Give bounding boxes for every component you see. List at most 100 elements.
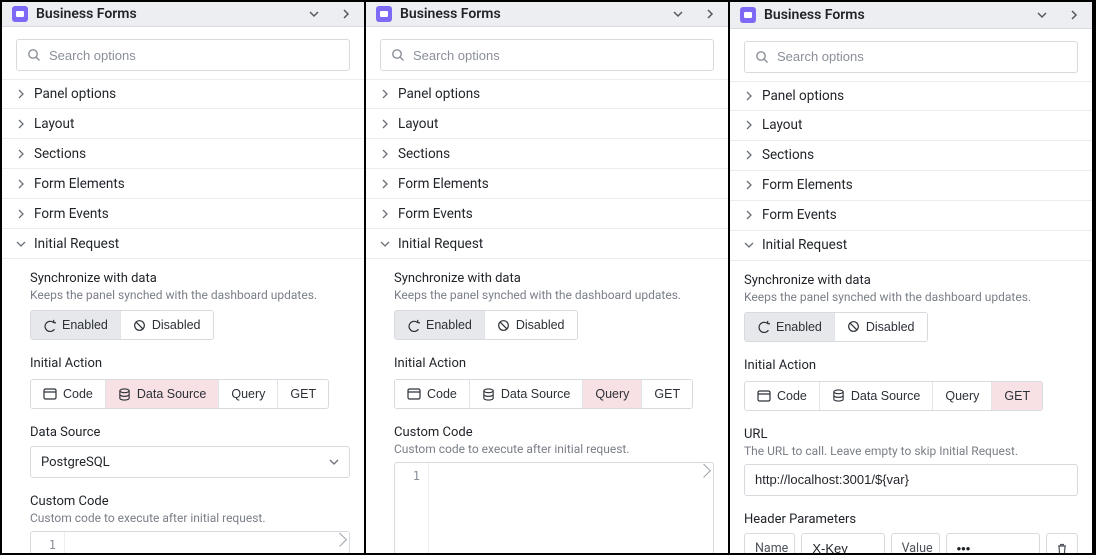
initial-action-title: Initial Action	[30, 356, 350, 371]
chevron-right-icon	[704, 8, 716, 20]
code-area[interactable]	[429, 463, 713, 553]
sync-title: Synchronize with data	[30, 271, 350, 286]
code-icon	[407, 388, 421, 400]
section-layout[interactable]: Layout	[730, 111, 1092, 141]
panel-1: Business Forms Panel options Layout Sect…	[2, 2, 366, 553]
chevron-down-icon	[329, 457, 339, 467]
section-sections[interactable]: Sections	[366, 139, 728, 169]
hp-value-input[interactable]	[946, 533, 1040, 553]
custom-code-title: Custom Code	[30, 494, 350, 509]
section-form-elements[interactable]: Form Elements	[2, 169, 364, 199]
custom-code-desc: Custom code to execute after initial req…	[30, 511, 350, 525]
chevron-right-icon	[380, 89, 390, 99]
sync-toggle-group: Enabled Disabled	[30, 310, 214, 340]
custom-code-desc: Custom code to execute after initial req…	[394, 442, 714, 456]
sync-title: Synchronize with data	[744, 273, 1078, 288]
chevron-right-icon	[16, 89, 26, 99]
hide-panel-button[interactable]	[334, 2, 358, 26]
chevron-right-icon	[744, 210, 754, 220]
action-get-button[interactable]: GET	[992, 382, 1042, 410]
chevron-right-icon	[340, 8, 352, 20]
header-param-row: Name Value	[744, 533, 1078, 553]
section-initial-request[interactable]: Initial Request	[366, 229, 728, 259]
action-query-button[interactable]: Query	[583, 380, 642, 408]
section-panel-options[interactable]: Panel options	[366, 79, 728, 109]
search-input[interactable]	[49, 48, 339, 63]
search-input-wrap[interactable]	[380, 39, 714, 71]
action-get-button[interactable]: GET	[278, 380, 328, 408]
action-code-button[interactable]: Code	[745, 382, 820, 410]
action-get-button[interactable]: GET	[642, 380, 692, 408]
header-params-title: Header Parameters	[744, 512, 1078, 527]
sync-enabled-button[interactable]: Enabled	[745, 313, 835, 341]
action-datasource-button[interactable]: Data Source	[470, 380, 583, 408]
section-panel-options[interactable]: Panel options	[2, 79, 364, 109]
initial-request-body: Synchronize with data Keeps the panel sy…	[2, 259, 364, 553]
datasource-title: Data Source	[30, 425, 350, 440]
section-initial-request[interactable]: Initial Request	[730, 231, 1092, 261]
collapse-button[interactable]	[302, 2, 326, 26]
section-initial-request[interactable]: Initial Request	[2, 229, 364, 259]
collapse-button[interactable]	[666, 2, 690, 26]
search-input[interactable]	[777, 49, 1067, 64]
chevron-down-icon	[16, 239, 26, 249]
initial-action-title: Initial Action	[394, 356, 714, 371]
url-input[interactable]	[744, 464, 1078, 496]
custom-code-editor[interactable]: 1	[394, 462, 714, 553]
sync-desc: Keeps the panel synched with the dashboa…	[394, 288, 714, 302]
section-layout[interactable]: Layout	[366, 109, 728, 139]
action-datasource-button[interactable]: Data Source	[820, 382, 933, 410]
datasource-select[interactable]: PostgreSQL	[30, 446, 350, 478]
chevron-down-icon	[380, 239, 390, 249]
section-panel-options[interactable]: Panel options	[730, 81, 1092, 111]
code-area[interactable]	[65, 532, 349, 553]
code-icon	[43, 388, 57, 400]
chevron-down-icon	[672, 8, 684, 20]
custom-code-editor[interactable]: 1	[30, 531, 350, 553]
action-query-button[interactable]: Query	[219, 380, 278, 408]
action-query-button[interactable]: Query	[933, 382, 992, 410]
section-form-events[interactable]: Form Events	[730, 201, 1092, 231]
code-gutter: 1	[395, 463, 429, 553]
sync-disabled-button[interactable]: Disabled	[121, 311, 213, 339]
initial-request-body: Synchronize with data Keeps the panel sy…	[730, 261, 1092, 553]
sync-enabled-button[interactable]: Enabled	[395, 311, 485, 339]
search-input-wrap[interactable]	[16, 39, 350, 71]
action-datasource-button[interactable]: Data Source	[106, 380, 219, 408]
plugin-icon	[376, 6, 392, 22]
chevron-down-icon	[308, 8, 320, 20]
hp-value-label: Value	[891, 533, 940, 553]
chevron-right-icon	[380, 119, 390, 129]
database-icon	[482, 388, 495, 401]
chevron-right-icon	[744, 120, 754, 130]
section-form-elements[interactable]: Form Elements	[366, 169, 728, 199]
chevron-right-icon	[380, 149, 390, 159]
search-wrap	[2, 27, 364, 79]
action-code-button[interactable]: Code	[31, 380, 106, 408]
sync-icon	[757, 320, 770, 333]
search-wrap	[366, 27, 728, 79]
section-layout[interactable]: Layout	[2, 109, 364, 139]
sync-title: Synchronize with data	[394, 271, 714, 286]
search-input-wrap[interactable]	[744, 41, 1078, 73]
chevron-down-icon	[1036, 9, 1048, 21]
section-form-elements[interactable]: Form Elements	[730, 171, 1092, 201]
sync-enabled-button[interactable]: Enabled	[31, 311, 121, 339]
hp-delete-button[interactable]	[1046, 533, 1078, 553]
hide-panel-button[interactable]	[1062, 3, 1086, 27]
sync-icon	[43, 319, 56, 332]
sync-disabled-button[interactable]: Disabled	[835, 313, 927, 341]
section-sections[interactable]: Sections	[2, 139, 364, 169]
collapse-button[interactable]	[1030, 3, 1054, 27]
hide-panel-button[interactable]	[698, 2, 722, 26]
chevron-right-icon	[16, 209, 26, 219]
sync-disabled-button[interactable]: Disabled	[485, 311, 577, 339]
section-form-events[interactable]: Form Events	[366, 199, 728, 229]
section-form-events[interactable]: Form Events	[2, 199, 364, 229]
search-input[interactable]	[413, 48, 703, 63]
hp-name-input[interactable]	[801, 533, 884, 553]
section-sections[interactable]: Sections	[730, 141, 1092, 171]
url-desc: The URL to call. Leave empty to skip Ini…	[744, 444, 1078, 458]
chevron-right-icon	[744, 180, 754, 190]
action-code-button[interactable]: Code	[395, 380, 470, 408]
